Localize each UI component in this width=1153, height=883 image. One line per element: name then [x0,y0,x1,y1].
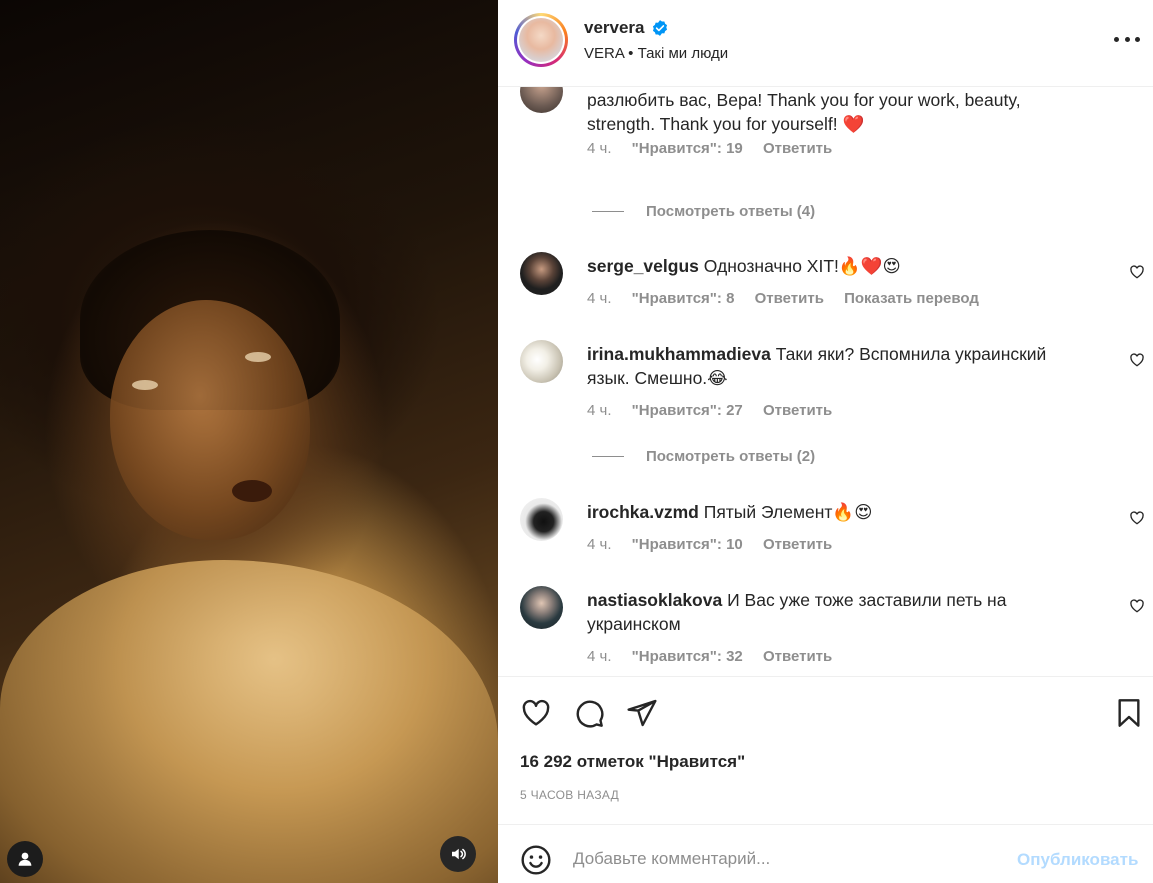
video-frame-detail [232,480,272,502]
post-video[interactable] [0,0,498,883]
reply-button[interactable]: Ответить [763,402,832,419]
author-avatar[interactable] [514,13,568,67]
reply-button[interactable]: Ответить [763,536,832,553]
commenter-username[interactable]: nastiasoklakova [587,590,722,610]
audio-subtitle[interactable]: VERA • Такі ми люди [584,45,728,62]
video-frame-detail [245,352,271,362]
avatar-image [519,18,563,62]
reply-button[interactable]: Ответить [763,648,832,665]
post-panel: ververa VERA • Такі ми люди msi_eugenia … [498,0,1153,883]
video-frame-detail [132,380,158,390]
likes-count[interactable]: 16 292 отметок "Нравится" [520,752,745,772]
bookmark-icon[interactable] [1113,697,1145,729]
comment-meta: 4 ч. "Нравится": 19 Ответить [587,140,848,157]
comment-like-count[interactable]: "Нравится": 19 [632,140,743,157]
comment-text: irina.mukhammadieva Таки яки? Вспомнила … [587,342,1087,390]
volume-icon [452,848,466,860]
view-replies-button[interactable]: Посмотреть ответы (4) [592,203,815,220]
author-username[interactable]: ververa [584,18,645,38]
dot-icon [1135,36,1140,42]
comment-body: Ни что и никто не сможет заставить меня … [587,90,1021,134]
post-timestamp[interactable]: 5 ЧАСОВ НАЗАД [520,788,619,802]
comment-time[interactable]: 4 ч. [587,140,612,157]
comment-like-count[interactable]: "Нравится": 27 [632,402,743,419]
comment-composer: Опубликовать [498,824,1153,883]
divider [592,211,624,212]
divider [592,456,624,457]
comment-meta: 4 ч. "Нравится": 32 Ответить [587,648,848,665]
comment-text: serge_velgus Однозначно ХIТ!🔥❤️😍 [587,254,1087,278]
commenter-username[interactable]: serge_velgus [587,256,699,276]
comment-time[interactable]: 4 ч. [587,402,612,419]
reply-button[interactable]: Ответить [755,290,824,307]
heart-icon[interactable] [1129,598,1145,614]
more-options-button[interactable] [1114,30,1140,48]
comment-meta: 4 ч. "Нравится": 8 Ответить Показать пер… [587,290,995,307]
commenter-avatar[interactable] [520,586,563,629]
emoji-icon[interactable] [520,844,552,876]
commenter-avatar[interactable] [520,340,563,383]
comment-time[interactable]: 4 ч. [587,648,612,665]
mute-toggle-button[interactable] [440,836,476,872]
share-paper-plane-icon[interactable] [626,697,658,729]
comment-text: irochka.vzmd Пятый Элемент🔥😍 [587,500,1087,524]
view-replies-label: Посмотреть ответы (4) [646,203,816,220]
view-replies-button[interactable]: Посмотреть ответы (2) [592,448,815,465]
tagged-users-button[interactable] [7,841,43,877]
comment-body: Пятый Элемент🔥😍 [703,502,873,522]
view-replies-label: Посмотреть ответы (2) [646,448,816,465]
comment-text: msi_eugenia Ни что и никто не сможет зас… [587,87,1087,136]
video-frame-shirt [0,560,498,883]
heart-icon[interactable] [1129,264,1145,280]
commenter-avatar[interactable] [520,87,563,113]
reply-button[interactable]: Ответить [763,140,832,157]
heart-icon[interactable] [1129,352,1145,368]
publish-button[interactable]: Опубликовать [1017,850,1138,870]
comments-list[interactable]: msi_eugenia Ни что и никто не сможет зас… [498,87,1153,676]
comment-bubble-icon[interactable] [573,697,605,729]
commenter-username[interactable]: irina.mukhammadieva [587,344,771,364]
comment-time[interactable]: 4 ч. [587,536,612,553]
dot-icon [1114,36,1119,42]
heart-icon[interactable] [1129,510,1145,526]
like-heart-icon[interactable] [520,697,552,729]
commenter-avatar[interactable] [520,252,563,295]
avatar-frame [517,16,565,64]
comment-meta: 4 ч. "Нравится": 10 Ответить [587,536,848,553]
post-actions: 16 292 отметок "Нравится" 5 ЧАСОВ НАЗАД [498,676,1153,824]
comment-text: nastiasoklakova И Вас уже тоже заставили… [587,588,1087,636]
commenter-username[interactable]: irochka.vzmd [587,502,699,522]
comment-like-count[interactable]: "Нравится": 8 [632,290,735,307]
comment-input[interactable] [573,849,993,869]
verified-badge-icon [652,20,668,36]
comment-meta: 4 ч. "Нравится": 27 Ответить [587,402,848,419]
comment-like-count[interactable]: "Нравится": 32 [632,648,743,665]
comment-body: Однозначно ХIТ!🔥❤️😍 [703,256,901,276]
post-header: ververa VERA • Такі ми люди [498,0,1153,87]
comment-like-count[interactable]: "Нравится": 10 [632,536,743,553]
translate-button[interactable]: Показать перевод [844,290,979,307]
dot-icon [1124,36,1130,42]
commenter-avatar[interactable] [520,498,563,541]
user-icon [18,852,32,866]
comment-time[interactable]: 4 ч. [587,290,612,307]
